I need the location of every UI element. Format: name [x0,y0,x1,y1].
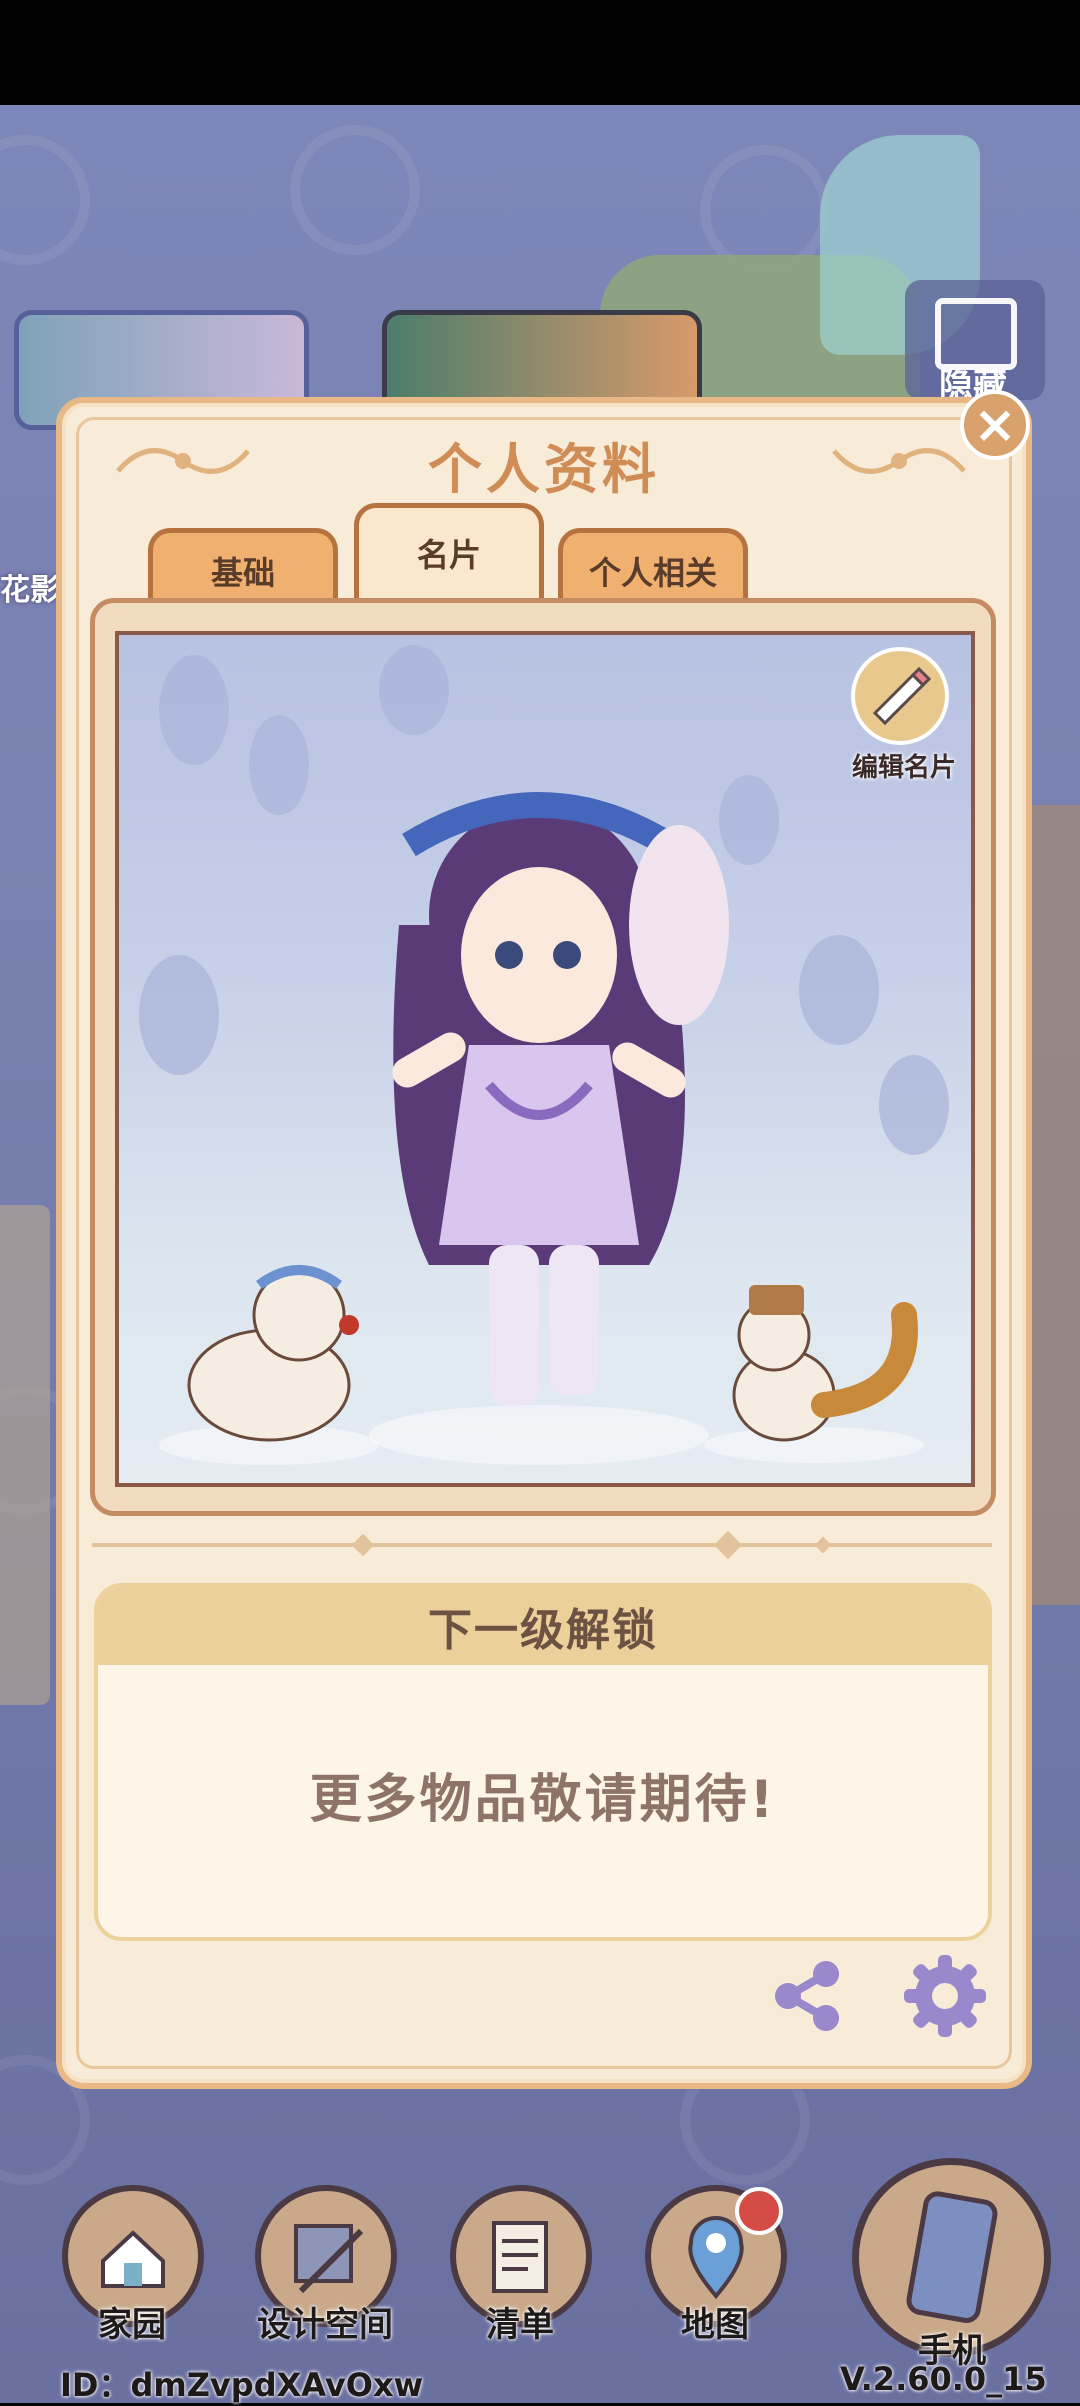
tab-personal[interactable]: 个人相关 [558,528,748,609]
edit-card-label: 编辑名片 [851,753,956,783]
status-bar [0,0,1080,105]
notification-badge [735,2187,783,2235]
nav-home[interactable]: 家园 [62,2185,204,2345]
leaf-decoration [379,645,449,735]
gear-icon[interactable] [902,1953,988,2039]
user-id: ID：dmZvpdXAvOxw [60,2366,424,2404]
nav-label: 地图 [681,2305,749,2345]
tab-card[interactable]: 名片 [354,503,544,598]
leaf-decoration [249,715,309,815]
building-decoration [0,1205,50,1705]
side-label[interactable]: 花影 [0,565,60,609]
leaf-decoration [159,655,229,765]
nav-label: 清单 [486,2305,554,2345]
close-button[interactable]: × [960,390,1030,460]
tab-label: 个人相关 [588,554,717,592]
nav-list[interactable]: 清单 [450,2185,592,2345]
divider [92,1543,992,1547]
version-label: V.2.60.0_15 [840,2360,1047,2398]
leaf-decoration [139,955,219,1075]
tab-label: 名片 [416,536,481,574]
leaf-decoration [879,1055,949,1155]
tab-label: 基础 [210,554,275,592]
edit-card-button[interactable]: 编辑名片 [839,647,959,783]
sun-decoration [290,125,420,255]
tab-basic[interactable]: 基础 [148,528,338,609]
sun-decoration [0,135,90,265]
name-card-image: 编辑名片 [115,631,975,1487]
panel-title: 个人资料 [428,438,660,501]
nav-map[interactable]: 地图 [645,2185,787,2345]
unlock-heading: 下一级解锁 [98,1587,988,1665]
nav-label: 设计空间 [257,2305,393,2345]
divider-diamond [351,1533,375,1557]
dog-pet [159,1265,379,1465]
hide-ui-button[interactable]: 隐藏 [905,280,1045,406]
divider-diamond [713,1530,743,1560]
cat-pet [704,1285,924,1463]
close-icon: × [973,395,1017,455]
name-card-frame: 编辑名片 [90,598,996,1516]
next-level-unlock-box: 下一级解锁 更多物品敬请期待! [94,1583,992,1941]
nav-label: 家园 [98,2305,166,2345]
nav-design-space[interactable]: 设计空间 [255,2185,397,2345]
pencil-icon [851,647,949,745]
nav-phone[interactable]: 手机 [852,2158,1051,2371]
divider-diamond [814,1536,832,1554]
leaf-decoration [799,935,879,1045]
character-avatar [369,792,729,1465]
unlock-message: 更多物品敬请期待! [309,1770,777,1830]
share-icon[interactable] [768,1956,848,2036]
profile-panel: 个人资料 基础 名片 个人相关 编辑名片 下一级解锁 更多物品敬请期待! [56,397,1032,2089]
